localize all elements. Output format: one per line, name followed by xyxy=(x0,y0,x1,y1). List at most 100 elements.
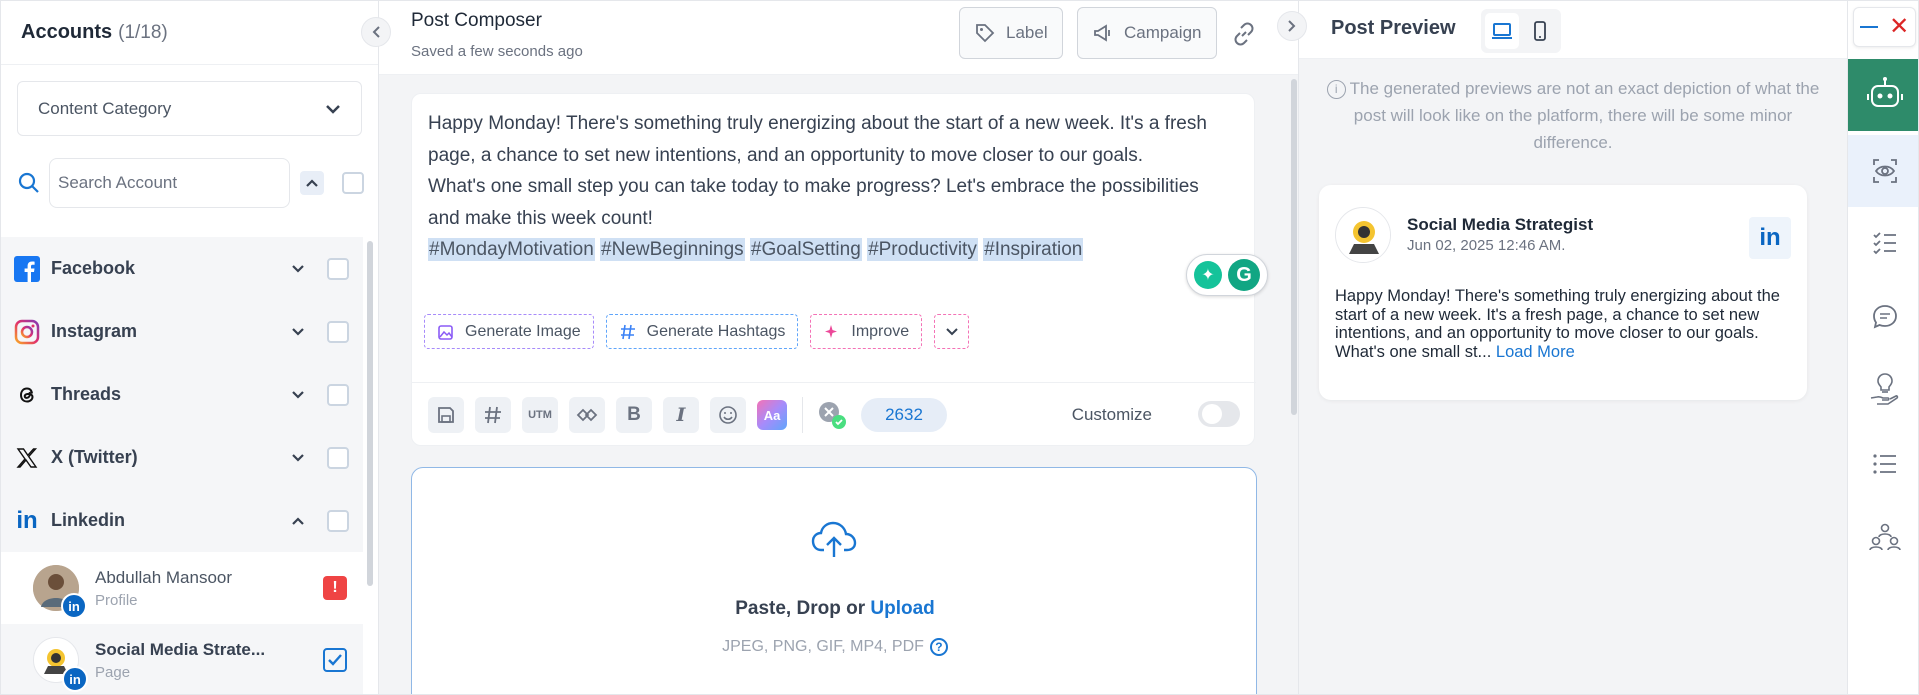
improve-button[interactable]: Improve xyxy=(810,314,923,349)
label-button-text: Label xyxy=(1006,23,1048,42)
linkedin-badge-icon: in xyxy=(61,593,87,619)
search-account-input[interactable] xyxy=(49,158,290,208)
content-category-select[interactable]: Content Category xyxy=(17,81,362,136)
card-account-name: Social Media Strategist xyxy=(1407,215,1594,234)
saved-status: Saved a few seconds ago xyxy=(411,43,583,60)
expand-preview-button[interactable] xyxy=(1277,11,1307,41)
italic-icon[interactable]: I xyxy=(663,397,699,433)
comment-icon[interactable] xyxy=(1848,281,1918,353)
account-search-row xyxy=(15,157,365,209)
ai-actions: Generate Image Generate Hashtags Improve xyxy=(424,314,970,349)
generate-hashtags-button[interactable]: Generate Hashtags xyxy=(605,314,799,349)
help-icon[interactable]: ? xyxy=(929,638,948,656)
platform-facebook[interactable]: Facebook xyxy=(1,237,363,300)
generate-image-button[interactable]: Generate Image xyxy=(424,314,594,349)
info-icon: i xyxy=(1326,80,1346,100)
grammarly-widget[interactable]: ✦ G xyxy=(1186,254,1268,296)
chevron-up-icon[interactable] xyxy=(283,516,313,526)
linkedin-account-social-media[interactable]: in Social Media Strate... Page xyxy=(1,624,363,694)
ai-assistant-bot-icon[interactable] xyxy=(1848,59,1918,131)
instagram-icon xyxy=(13,318,41,346)
checklist-icon[interactable] xyxy=(1848,207,1918,279)
threads-icon xyxy=(13,381,41,409)
composer-header: Post Composer Saved a few seconds ago La… xyxy=(379,1,1298,75)
platform-linkedin[interactable]: in Linkedin xyxy=(1,489,363,552)
media-upload-area[interactable]: Paste, Drop or Upload JPEG, PNG, GIF, MP… xyxy=(411,467,1258,694)
chevron-down-icon[interactable] xyxy=(283,390,313,400)
customize-toggle[interactable] xyxy=(1198,401,1240,427)
platform-checkbox[interactable] xyxy=(327,320,349,343)
linkedin-icon: in xyxy=(16,506,38,534)
bold-icon[interactable]: B xyxy=(616,397,652,433)
avatar: in xyxy=(33,637,88,692)
link-icon[interactable] xyxy=(1229,19,1259,49)
chevron-down-icon xyxy=(945,327,958,335)
emoji-icon[interactable] xyxy=(710,397,746,433)
ai-toggle-icon[interactable] xyxy=(815,398,849,432)
post-composer: Post Composer Saved a few seconds ago La… xyxy=(379,1,1307,694)
post-text[interactable]: Happy Monday! There's something truly en… xyxy=(428,108,1228,266)
chevron-up-icon[interactable] xyxy=(300,171,324,195)
grammarly-sparkle-icon[interactable]: ✦ xyxy=(1194,261,1222,289)
window-controls: ✕ xyxy=(1853,7,1916,47)
platform-name: X (Twitter) xyxy=(51,447,138,467)
upload-prefix: Paste, Drop or xyxy=(735,598,871,619)
idea-hand-icon[interactable] xyxy=(1848,353,1918,425)
chevron-down-icon[interactable] xyxy=(283,327,313,337)
platform-threads[interactable]: Threads xyxy=(1,363,363,426)
chevron-down-icon[interactable] xyxy=(283,264,313,274)
preview-title: Post Preview xyxy=(1331,17,1456,39)
linkedin-account-abdullah[interactable]: in Abdullah Mansoor Profile ! xyxy=(1,552,363,624)
team-icon[interactable] xyxy=(1848,501,1918,573)
avatar xyxy=(1335,207,1391,263)
accounts-scrollbar[interactable] xyxy=(367,241,373,586)
minimize-icon[interactable] xyxy=(1859,26,1878,28)
composer-scrollbar[interactable] xyxy=(1291,79,1297,415)
sparkle-icon xyxy=(825,324,838,338)
font-style-icon[interactable]: Aa xyxy=(757,400,787,430)
load-more-link[interactable]: Load More xyxy=(1496,343,1575,361)
chevron-down-icon xyxy=(326,104,340,114)
list-icon[interactable] xyxy=(1848,428,1918,500)
hashtag: #MondayMotivation xyxy=(428,238,595,261)
chevron-down-icon[interactable] xyxy=(283,453,313,463)
device-toggle xyxy=(1481,9,1561,53)
label-button[interactable]: Label xyxy=(959,7,1063,59)
platform-instagram[interactable]: Instagram xyxy=(1,300,363,363)
customize-label: Customize xyxy=(1071,405,1152,424)
close-icon[interactable]: ✕ xyxy=(1889,15,1909,39)
tag-icon xyxy=(976,24,995,43)
search-icon[interactable] xyxy=(15,169,43,197)
platform-checkbox[interactable] xyxy=(327,446,349,469)
desktop-icon[interactable] xyxy=(1485,13,1519,49)
campaign-button-text: Campaign xyxy=(1124,23,1202,42)
improve-label: Improve xyxy=(851,322,910,340)
upload-link[interactable]: Upload xyxy=(870,598,934,619)
hashtag-sparkle-icon xyxy=(620,324,635,339)
select-all-checkbox[interactable] xyxy=(342,172,364,194)
more-ai-options-button[interactable] xyxy=(934,314,970,349)
disclaimer-text: The generated previews are not an exact … xyxy=(1349,79,1820,152)
grammarly-icon[interactable]: G xyxy=(1228,259,1260,291)
platform-checkbox[interactable] xyxy=(327,383,349,406)
post-editor[interactable]: Happy Monday! There's something truly en… xyxy=(411,93,1268,446)
upload-file-types: JPEG, PNG, GIF, MP4, PDF? xyxy=(412,638,1258,656)
platform-checkbox[interactable] xyxy=(327,509,349,532)
account-checkbox-checked[interactable] xyxy=(323,648,347,672)
campaign-button[interactable]: Campaign xyxy=(1077,7,1217,59)
card-body-text-2: What's one small st... xyxy=(1335,342,1492,361)
hashtag-icon[interactable] xyxy=(475,397,511,433)
collapse-panel-button[interactable] xyxy=(361,17,391,47)
platform-list: Facebook Instagram Threads X (Twitter) i… xyxy=(1,237,363,694)
preview-eye-icon[interactable] xyxy=(1848,135,1918,207)
utm-icon[interactable]: UTM xyxy=(522,397,558,433)
link-shortener-icon[interactable] xyxy=(569,397,605,433)
right-rail: ✕ xyxy=(1847,1,1918,694)
mobile-icon[interactable] xyxy=(1523,13,1557,49)
platform-checkbox[interactable] xyxy=(327,257,349,280)
save-icon[interactable] xyxy=(428,397,464,433)
hashtag: #GoalSetting xyxy=(749,238,862,261)
warning-icon[interactable]: ! xyxy=(323,576,347,600)
card-body-truncated: What's one small st... Load More xyxy=(1335,343,1791,362)
platform-x-twitter[interactable]: X (Twitter) xyxy=(1,426,363,489)
